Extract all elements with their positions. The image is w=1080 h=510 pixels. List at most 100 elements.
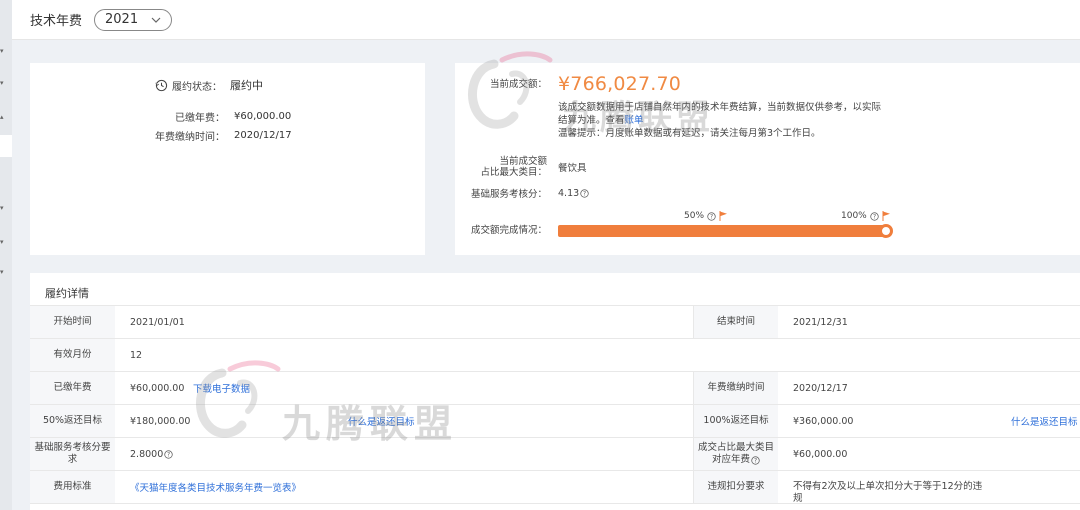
help-question-icon[interactable]: ?: [870, 211, 879, 221]
amount-description: 该成交额数据用于店铺自然年内的技术年费结算，当前数据仅供参考，以实际 结算为准。…: [558, 101, 881, 140]
paid-fee-value: ¥60,000.00: [234, 111, 292, 122]
amount-description-line: 该成交额数据用于店铺自然年内的技术年费结算，当前数据仅供参考，以实际: [558, 102, 882, 113]
label-line: 成交占比最大类目: [697, 442, 774, 453]
valid-months-value: 12: [120, 339, 143, 371]
page-title: 技术年费: [30, 14, 83, 29]
violation-requirement-line: 规: [793, 493, 803, 504]
marker-100-label: 100%: [841, 211, 867, 221]
paid-fee-row: 已缴年费： ¥60,000.00: [140, 109, 291, 124]
fee-standard-label: 费用标准: [30, 471, 115, 503]
violation-requirement-line: 不得有2次及以上单次扣分大于等于12分的违: [793, 481, 983, 492]
help-question-icon[interactable]: ?: [751, 455, 760, 465]
paid-fee-label: 已缴年费: [30, 372, 115, 404]
progress-label: 成交额完成情况：: [470, 225, 547, 236]
deal-amount-card: 当前成交额： ¥766,027.70 该成交额数据用于店铺自然年内的技术年费结算…: [455, 63, 1080, 255]
progress-marker-100: 100% ?: [841, 211, 891, 221]
top-category-value: 餐饮具: [558, 163, 587, 174]
left-arrow-icon[interactable]: ▾: [0, 268, 8, 276]
category-fee-label: 成交占比最大类目 对应年费?: [693, 438, 778, 470]
valid-months-label: 有效月份: [30, 339, 115, 371]
service-score-requirement: 2.8000 ?: [120, 438, 174, 470]
status-label: 履约状态：: [172, 81, 222, 93]
bill-link[interactable]: 账单: [625, 115, 644, 126]
svg-text:?: ?: [873, 214, 876, 220]
deal-amount-value: ¥766,027.70: [558, 73, 682, 95]
table-row: 费用标准 《天猫年度各类目技术服务年费一览表》 违规扣分要求 不得有2次及以上单…: [30, 471, 1080, 504]
status-row: 履约状态： 履约中: [155, 77, 263, 93]
progress-marker-50: 50% ?: [684, 211, 728, 221]
details-title: 履约详情: [45, 287, 89, 300]
amount-description-line: 结算为准。查看账单: [558, 114, 881, 127]
status-value: 履约中: [230, 79, 263, 92]
pay-time-label: 年费缴纳时间：: [155, 132, 225, 143]
flag-icon: [719, 211, 728, 221]
pay-time-row: 年费缴纳时间： 2020/12/17: [140, 128, 292, 143]
end-time-label: 结束时间: [693, 306, 778, 338]
service-score-value: 4.13: [558, 188, 580, 199]
what-is-target-link[interactable]: 什么是返还目标: [1011, 405, 1078, 437]
details-table: 开始时间 2021/01/01 结束时间 2021/12/31 有效月份 12 …: [30, 305, 1080, 504]
left-arrow-icon[interactable]: ▾: [0, 238, 8, 246]
marker-50-label: 50%: [684, 211, 705, 221]
help-question-icon[interactable]: ?: [707, 211, 716, 221]
amount-description-prefix: 结算为准。查看: [558, 115, 625, 126]
fee-pay-time-label: 年费缴纳时间: [693, 372, 778, 404]
delay-tip: 温馨提示：月度账单数据或有延迟，请关注每月第3个工作日。: [558, 128, 821, 139]
table-row: 开始时间 2021/01/01 结束时间 2021/12/31: [30, 306, 1080, 339]
history-clock-icon: [155, 79, 168, 91]
target-50-value: ¥180,000.00: [120, 405, 191, 437]
service-score-label: 基础服务考核分：: [470, 189, 547, 200]
paid-fee-label: 已缴年费：: [175, 113, 225, 124]
download-data-link[interactable]: 下载电子数据: [193, 372, 250, 404]
what-is-target-link[interactable]: 什么是返还目标: [348, 405, 415, 437]
chevron-down-icon: [151, 17, 161, 23]
left-arrow-icon[interactable]: ▾: [0, 47, 8, 55]
svg-text:?: ?: [754, 458, 757, 464]
fee-pay-time-value: 2020/12/17: [783, 372, 848, 404]
page-header: 技术年费 2021: [12, 0, 1080, 40]
table-row: 50%返还目标 ¥180,000.00 什么是返还目标 100%返还目标 ¥36…: [30, 405, 1080, 438]
start-time-value: 2021/01/01: [120, 306, 185, 338]
violation-requirement-label: 违规扣分要求: [693, 471, 778, 503]
pay-time-value: 2020/12/17: [234, 130, 292, 141]
svg-text:?: ?: [167, 452, 170, 458]
top-category-label-line: 占比最大类目：: [480, 167, 547, 178]
year-select[interactable]: 2021: [94, 8, 173, 31]
deal-progress-bar: [558, 225, 888, 237]
help-question-icon[interactable]: ?: [164, 449, 173, 459]
end-time-value: 2021/12/31: [783, 306, 848, 338]
svg-text:?: ?: [583, 192, 586, 198]
table-row: 基础服务考核分要 求 2.8000 ? 成交占比最大类目 对应年费? ¥60,0…: [30, 438, 1080, 471]
help-question-icon[interactable]: ?: [580, 189, 589, 198]
target-100-label: 100%返还目标: [693, 405, 778, 437]
progress-end-knob: [879, 224, 893, 238]
left-arrow-icon[interactable]: ▴: [0, 113, 8, 121]
top-category-label: 当前成交额 占比最大类目：: [455, 156, 547, 178]
contract-details-panel: 履约详情 开始时间 2021/01/01 结束时间 2021/12/31 有效月…: [30, 273, 1080, 510]
start-time-label: 开始时间: [30, 306, 115, 338]
label-line: 求: [67, 454, 78, 465]
left-arrow-icon[interactable]: ▾: [0, 79, 8, 87]
label-line: 对应年费?: [712, 454, 760, 466]
violation-requirement-value: 不得有2次及以上单次扣分大于等于12分的违 规: [783, 471, 983, 504]
left-panel-edge: ▾ ▾ ▴ ▾ ▾ ▾: [0, 0, 12, 510]
top-category-label-line: 当前成交额: [499, 156, 547, 167]
year-select-value: 2021: [105, 12, 139, 27]
label-line: 基础服务考核分要: [34, 442, 111, 453]
target-100-value: ¥360,000.00: [783, 405, 854, 437]
label-line-text: 对应年费: [711, 454, 750, 465]
category-fee-value: ¥60,000.00: [783, 438, 848, 470]
service-score-requirement-label: 基础服务考核分要 求: [30, 438, 115, 470]
table-row: 有效月份 12: [30, 339, 1080, 372]
service-score-requirement-value: 2.8000: [130, 448, 164, 460]
flag-icon: [882, 211, 890, 221]
left-panel-white-segment: [0, 135, 12, 157]
target-50-label: 50%返还目标: [30, 405, 115, 437]
left-arrow-icon[interactable]: ▾: [0, 204, 8, 212]
service-score: 4.13 ?: [558, 187, 589, 200]
svg-text:?: ?: [710, 214, 713, 220]
amount-label: 当前成交额：: [489, 79, 547, 90]
table-row: 已缴年费 ¥60,000.00 下载电子数据 年费缴纳时间 2020/12/17: [30, 372, 1080, 405]
contract-summary-card: 履约状态： 履约中 已缴年费： ¥60,000.00 年费缴纳时间： 2020/…: [30, 63, 425, 255]
fee-standard-link[interactable]: 《天猫年度各类目技术服务年费一览表》: [130, 471, 301, 503]
